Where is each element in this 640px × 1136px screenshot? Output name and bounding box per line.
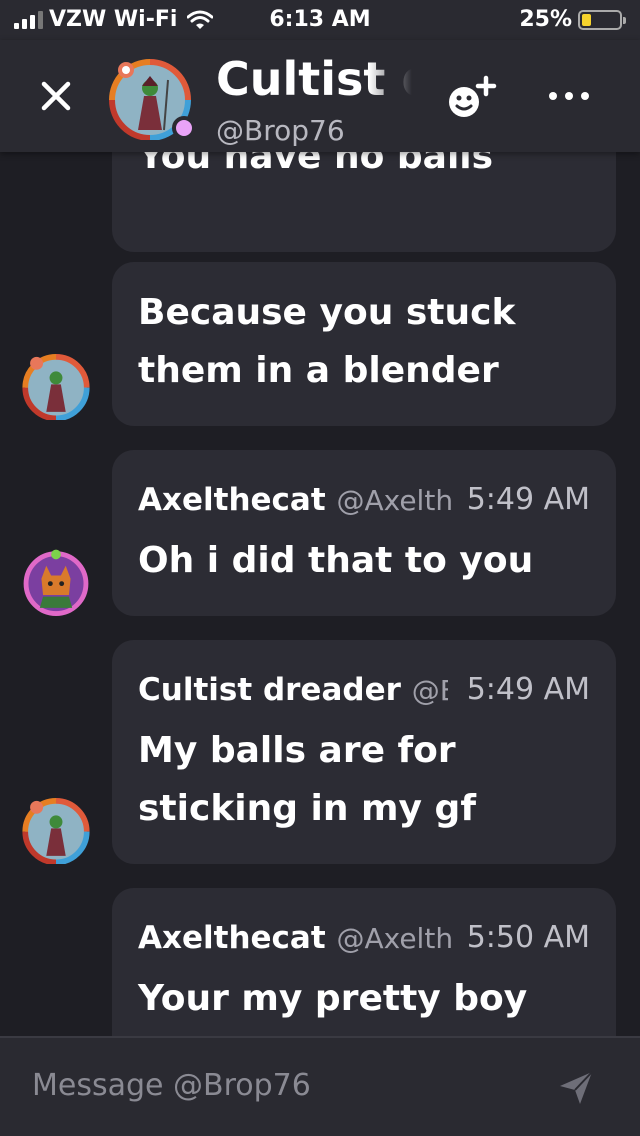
- close-icon[interactable]: [34, 74, 78, 118]
- page-title: Cultist dreader: [216, 52, 412, 106]
- message-input[interactable]: [32, 1068, 512, 1103]
- message-bubble[interactable]: Axelthecat @Axelth 5:50 AM Your my prett…: [112, 888, 616, 1036]
- message-author[interactable]: Cultist dreader: [138, 672, 401, 708]
- message-time: 5:49 AM: [466, 672, 590, 707]
- message-time: 5:49 AM: [466, 482, 590, 517]
- message-composer: [0, 1036, 640, 1136]
- message-header: Cultist dreader @B: [138, 672, 448, 708]
- message-bubble[interactable]: Because you stuck them in a blender: [112, 262, 616, 426]
- message-header: Axelthecat @Axelth: [138, 482, 453, 518]
- message-time: 5:50 AM: [466, 920, 590, 955]
- avatar[interactable]: [22, 548, 90, 616]
- chat-header: Cultist dreader @Brop76: [0, 40, 640, 152]
- message-header: Axelthecat @Axelth: [138, 920, 453, 956]
- avatar[interactable]: [22, 352, 90, 420]
- message-handle: @Axelth: [336, 484, 454, 517]
- send-icon[interactable]: [558, 1070, 594, 1106]
- message-text: Your my pretty boy: [138, 978, 528, 1019]
- message-author[interactable]: Axelthecat: [138, 920, 326, 956]
- header-handle: @Brop76: [216, 114, 345, 147]
- battery-nub: [623, 16, 626, 24]
- more-icon[interactable]: [544, 74, 594, 114]
- battery-icon: [578, 9, 626, 30]
- message-bubble[interactable]: Axelthecat @Axelth 5:49 AM Oh i did that…: [112, 450, 616, 616]
- message-handle: @B: [411, 674, 448, 707]
- online-status-dot: [172, 116, 196, 140]
- status-bar: VZW Wi-Fi 6:13 AM 25%: [0, 0, 640, 40]
- message-bubble[interactable]: Cultist dreader @B 5:49 AM My balls are …: [112, 640, 616, 864]
- message-list[interactable]: You have no balls Because you stuck them…: [0, 152, 640, 1036]
- message-text: My balls are for sticking in my gf: [138, 730, 476, 829]
- avatar[interactable]: [22, 796, 90, 864]
- message-handle: @Axelth: [336, 922, 454, 955]
- status-bar-right: 25%: [519, 7, 626, 32]
- message-author[interactable]: Axelthecat: [138, 482, 326, 518]
- message-text: You have no balls: [138, 152, 494, 177]
- battery-fill: [582, 13, 591, 26]
- message-text: Oh i did that to you: [138, 540, 534, 581]
- message-text: Because you stuck them in a blender: [138, 292, 516, 391]
- message-bubble[interactable]: You have no balls: [112, 152, 616, 252]
- add-friend-icon[interactable]: [444, 74, 500, 124]
- battery-percent: 25%: [519, 7, 572, 32]
